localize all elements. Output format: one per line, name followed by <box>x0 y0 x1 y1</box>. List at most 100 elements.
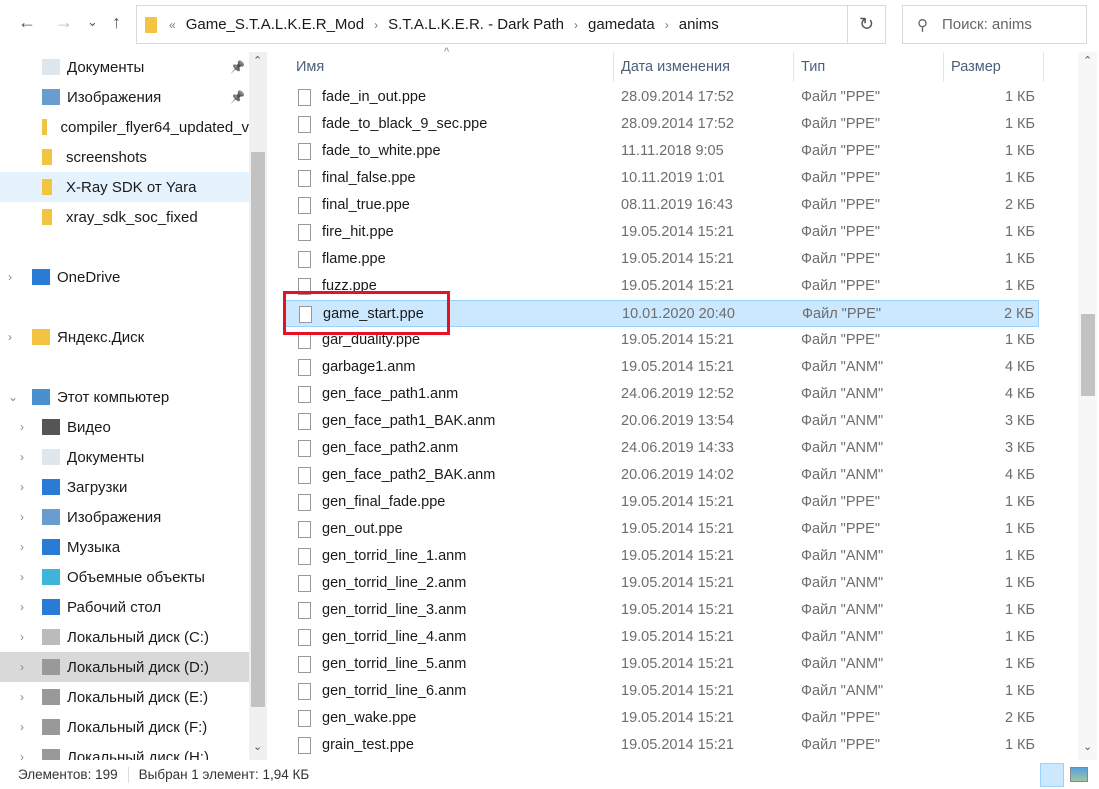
chevron-right-icon[interactable]: › <box>20 420 24 434</box>
sidebar-item[interactable]: › OneDrive <box>0 262 249 292</box>
pin-icon[interactable]: 📌 <box>230 60 245 74</box>
sidebar-item[interactable]: › Документы <box>0 442 249 472</box>
file-row[interactable]: flame.ppe 19.05.2014 15:21 Файл "PPE" 1 КБ <box>284 246 1039 273</box>
recent-locations-button[interactable]: ⌄ <box>87 14 98 30</box>
folder-icon <box>145 16 157 33</box>
chevron-right-icon[interactable]: › <box>20 510 24 524</box>
chevron-right-icon[interactable]: › <box>20 450 24 464</box>
file-row[interactable]: gen_torrid_line_6.anm 19.05.2014 15:21 Фай… <box>284 678 1039 705</box>
forward-button[interactable]: → <box>55 12 73 33</box>
sidebar-item[interactable]: Изображения 📌 <box>0 82 249 112</box>
chevron-right-icon[interactable]: › <box>20 660 24 674</box>
sidebar-item-label: Документы <box>67 448 145 466</box>
file-size: 4 КБ <box>1004 386 1035 402</box>
sidebar-item[interactable]: › Музыка <box>0 532 249 562</box>
file-row[interactable]: gen_face_path2_BAK.anm 20.06.2019 14:02 Фа… <box>284 462 1039 489</box>
file-icon <box>298 359 311 376</box>
file-size: 2 КБ <box>1004 197 1035 213</box>
file-row[interactable]: gen_torrid_line_2.anm 19.05.2014 15:21 Фай… <box>284 570 1039 597</box>
file-row[interactable]: gen_torrid_line_4.anm 19.05.2014 15:21 Фай… <box>284 624 1039 651</box>
chevron-right-icon[interactable]: › <box>20 540 24 554</box>
file-row[interactable]: gen_face_path1.anm 24.06.2019 12:52 Файл "… <box>284 381 1039 408</box>
file-row[interactable]: gen_torrid_line_5.anm 19.05.2014 15:21 Фай… <box>284 651 1039 678</box>
breadcrumb-item[interactable]: Game_S.T.A.L.K.E.R_Mod <box>186 16 364 33</box>
sidebar-item[interactable]: › Яндекс.Диск <box>0 322 249 352</box>
chevron-right-icon[interactable]: › <box>8 270 12 284</box>
documents-icon <box>42 59 60 75</box>
file-row[interactable]: fire_hit.ppe 19.05.2014 15:21 Файл "PPE" 1 … <box>284 219 1039 246</box>
file-row[interactable]: gen_face_path2.anm 24.06.2019 14:33 Файл "… <box>284 435 1039 462</box>
file-size: 1 КБ <box>1004 548 1035 564</box>
file-list-scrollbar[interactable]: ⌃ ⌄ <box>1078 52 1097 760</box>
file-row[interactable]: gen_wake.ppe 19.05.2014 15:21 Файл "PPE" 2 … <box>284 705 1039 732</box>
file-size: 1 КБ <box>1004 251 1035 267</box>
chevron-right-icon[interactable]: › <box>20 600 24 614</box>
column-header-date[interactable]: Дата изменения <box>613 52 794 82</box>
details-view-button[interactable] <box>1040 763 1064 787</box>
breadcrumb-separator[interactable]: › <box>665 18 669 32</box>
sidebar-item[interactable]: › Загрузки <box>0 472 249 502</box>
sidebar-item[interactable]: › Видео <box>0 412 249 442</box>
back-button[interactable]: ← <box>18 12 36 33</box>
file-row[interactable]: grain_test.ppe 19.05.2014 15:21 Файл "PPE"… <box>284 732 1039 759</box>
file-type: Файл "PPE" <box>801 197 880 213</box>
file-size: 1 КБ <box>1004 683 1035 699</box>
chevron-right-icon[interactable]: › <box>8 330 12 344</box>
file-row[interactable]: garbage1.anm 19.05.2014 15:21 Файл "ANM" 4 … <box>284 354 1039 381</box>
sidebar-item[interactable]: › Рабочий стол <box>0 592 249 622</box>
sidebar-item[interactable]: › Локальный диск (C:) <box>0 622 249 652</box>
sidebar-item[interactable]: › Изображения <box>0 502 249 532</box>
sidebar-item[interactable]: X-Ray SDK от Yara <box>0 172 249 202</box>
file-size: 1 КБ <box>1004 332 1035 348</box>
file-row[interactable]: gen_torrid_line_3.anm 19.05.2014 15:21 Фай… <box>284 597 1039 624</box>
sidebar-item[interactable]: screenshots <box>0 142 249 172</box>
breadcrumb-item[interactable]: anims <box>679 16 719 33</box>
up-button[interactable]: ↑ <box>112 12 121 33</box>
file-date: 19.05.2014 15:21 <box>621 656 734 672</box>
sidebar-item[interactable]: compiler_flyer64_updated_v <box>0 112 249 142</box>
file-row[interactable]: fade_to_black_9_sec.ppe 28.09.2014 17:52 Ф… <box>284 111 1039 138</box>
chevron-right-icon[interactable]: › <box>20 630 24 644</box>
chevron-down-icon[interactable]: ⌄ <box>8 390 18 404</box>
sidebar-scrollbar[interactable]: ⌃ ⌄ <box>249 52 267 760</box>
windows-drive-icon <box>42 629 60 645</box>
file-row[interactable]: fade_to_white.ppe 11.11.2018 9:05 Файл "PP… <box>284 138 1039 165</box>
chevron-right-icon[interactable]: › <box>20 570 24 584</box>
sidebar-item[interactable]: › Объемные объекты <box>0 562 249 592</box>
sidebar-item[interactable]: › Локальный диск (E:) <box>0 682 249 712</box>
file-row[interactable]: final_true.ppe 08.11.2019 16:43 Файл "PPE"… <box>284 192 1039 219</box>
breadcrumb-item[interactable]: gamedata <box>588 16 655 33</box>
sidebar-item[interactable]: Документы 📌 <box>0 52 249 82</box>
search-input[interactable]: ⚲ Поиск: anims <box>902 5 1087 44</box>
file-row[interactable]: final_false.ppe 10.11.2019 1:01 Файл "PPE"… <box>284 165 1039 192</box>
file-row[interactable]: gen_out.ppe 19.05.2014 15:21 Файл "PPE" 1 К… <box>284 516 1039 543</box>
large-icons-view-button[interactable] <box>1070 767 1088 782</box>
pin-icon[interactable]: 📌 <box>230 90 245 104</box>
sidebar-item[interactable]: xray_sdk_soc_fixed <box>0 202 249 232</box>
column-header-type[interactable]: Тип <box>793 52 944 82</box>
overflow-chevron[interactable]: « <box>169 18 176 32</box>
file-row[interactable]: gen_face_path1_BAK.anm 20.06.2019 13:54 Фа… <box>284 408 1039 435</box>
chevron-right-icon[interactable]: › <box>20 720 24 734</box>
sidebar-item[interactable]: ⌄ Этот компьютер <box>0 382 249 412</box>
refresh-button[interactable]: ↻ <box>847 6 885 43</box>
address-bar[interactable]: « Game_S.T.A.L.K.E.R_Mod › S.T.A.L.K.E.R. … <box>136 5 886 44</box>
breadcrumb-item[interactable]: S.T.A.L.K.E.R. - Dark Path <box>388 16 564 33</box>
sidebar-item[interactable]: › Локальный диск (F:) <box>0 712 249 742</box>
file-date: 19.05.2014 15:21 <box>621 251 734 267</box>
file-date: 19.05.2014 15:21 <box>621 521 734 537</box>
file-row[interactable]: gen_final_fade.ppe 19.05.2014 15:21 Файл "… <box>284 489 1039 516</box>
pictures-icon <box>42 89 60 105</box>
chevron-right-icon[interactable]: › <box>20 480 24 494</box>
sidebar-item[interactable]: › Локальный диск (H:) <box>0 742 249 760</box>
file-row[interactable]: fade_in_out.ppe 28.09.2014 17:52 Файл "PPE… <box>284 84 1039 111</box>
file-date: 28.09.2014 17:52 <box>621 116 734 132</box>
sidebar-item[interactable]: › Локальный диск (D:) <box>0 652 249 682</box>
chevron-right-icon[interactable]: › <box>20 690 24 704</box>
chevron-right-icon[interactable]: › <box>20 750 24 760</box>
file-row[interactable]: gen_torrid_line_1.anm 19.05.2014 15:21 Фай… <box>284 543 1039 570</box>
column-header-name[interactable]: Имя <box>288 52 614 82</box>
breadcrumb-separator[interactable]: › <box>374 18 378 32</box>
breadcrumb-separator[interactable]: › <box>574 18 578 32</box>
column-header-size[interactable]: Размер <box>943 52 1044 82</box>
